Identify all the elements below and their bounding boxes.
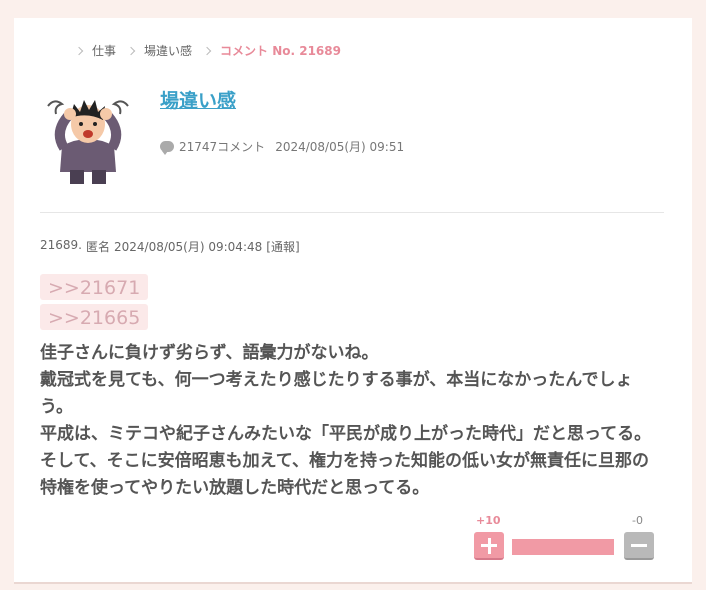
upvote-button[interactable] — [474, 532, 504, 560]
breadcrumb-item-work[interactable]: 仕事 — [74, 42, 116, 59]
thread-avatar-illustration — [47, 100, 129, 184]
breadcrumb-item-thread[interactable]: 場違い感 — [126, 42, 192, 59]
comment-datetime: 2024/08/05(月) 09:04:48 — [114, 240, 263, 254]
vote-ratio-bar — [512, 539, 614, 555]
chevron-right-icon — [74, 46, 84, 55]
breadcrumb-current-label: コメント No. 21689 — [220, 44, 341, 58]
comment-header: 21689. 匿名 2024/08/05(月) 09:04:48 [通報] — [40, 238, 304, 255]
comment-line: 佳子さんに負けず劣らず、語彙力がないね。 — [40, 343, 379, 363]
comment-count: 21747コメント — [179, 140, 266, 154]
breadcrumb-label[interactable]: 場違い感 — [144, 42, 192, 59]
breadcrumb-label[interactable]: 仕事 — [92, 42, 116, 59]
divider — [40, 212, 664, 213]
anchor-list: >>21671 >>21665 — [40, 274, 149, 334]
comment-line: 平成は、ミテコや紀子さんみたいな「平民が成り上がった時代」だと思ってる。そして、… — [40, 424, 652, 498]
comment-line: 戴冠式を見ても、何一つ考えたり感じたりする事が、本当になかったんでしょう。 — [40, 370, 633, 417]
thread-date: 2024/08/05(月) 09:51 — [275, 140, 405, 154]
report-link[interactable]: [通報] — [266, 238, 299, 255]
downvote-button[interactable] — [624, 532, 654, 560]
plus-vote-count: +10 — [476, 514, 501, 527]
breadcrumb: 仕事 場違い感 コメント No. 21689 — [74, 42, 353, 59]
comment-card: 仕事 場違い感 コメント No. 21689 場違い感 21747コメント 20… — [14, 18, 692, 584]
minus-vote-count: -0 — [632, 514, 643, 527]
chevron-right-icon — [126, 46, 136, 55]
reply-anchor-link[interactable]: >>21671 — [40, 274, 149, 300]
thread-title-link[interactable]: 場違い感 — [160, 86, 236, 113]
chevron-right-icon — [202, 46, 212, 55]
vote-ratio-fill — [512, 539, 614, 555]
thread-meta: 21747コメント 2024/08/05(月) 09:51 — [160, 138, 404, 155]
reply-anchor-link[interactable]: >>21665 — [40, 304, 149, 330]
breadcrumb-item-current: コメント No. 21689 — [202, 42, 341, 59]
comment-bubble-icon — [160, 141, 174, 155]
comment-author: 匿名 — [86, 240, 111, 254]
comment-body: 佳子さんに負けず劣らず、語彙力がないね。 戴冠式を見ても、何一つ考えたり感じたり… — [40, 340, 660, 502]
comment-number: 21689. — [40, 238, 82, 252]
